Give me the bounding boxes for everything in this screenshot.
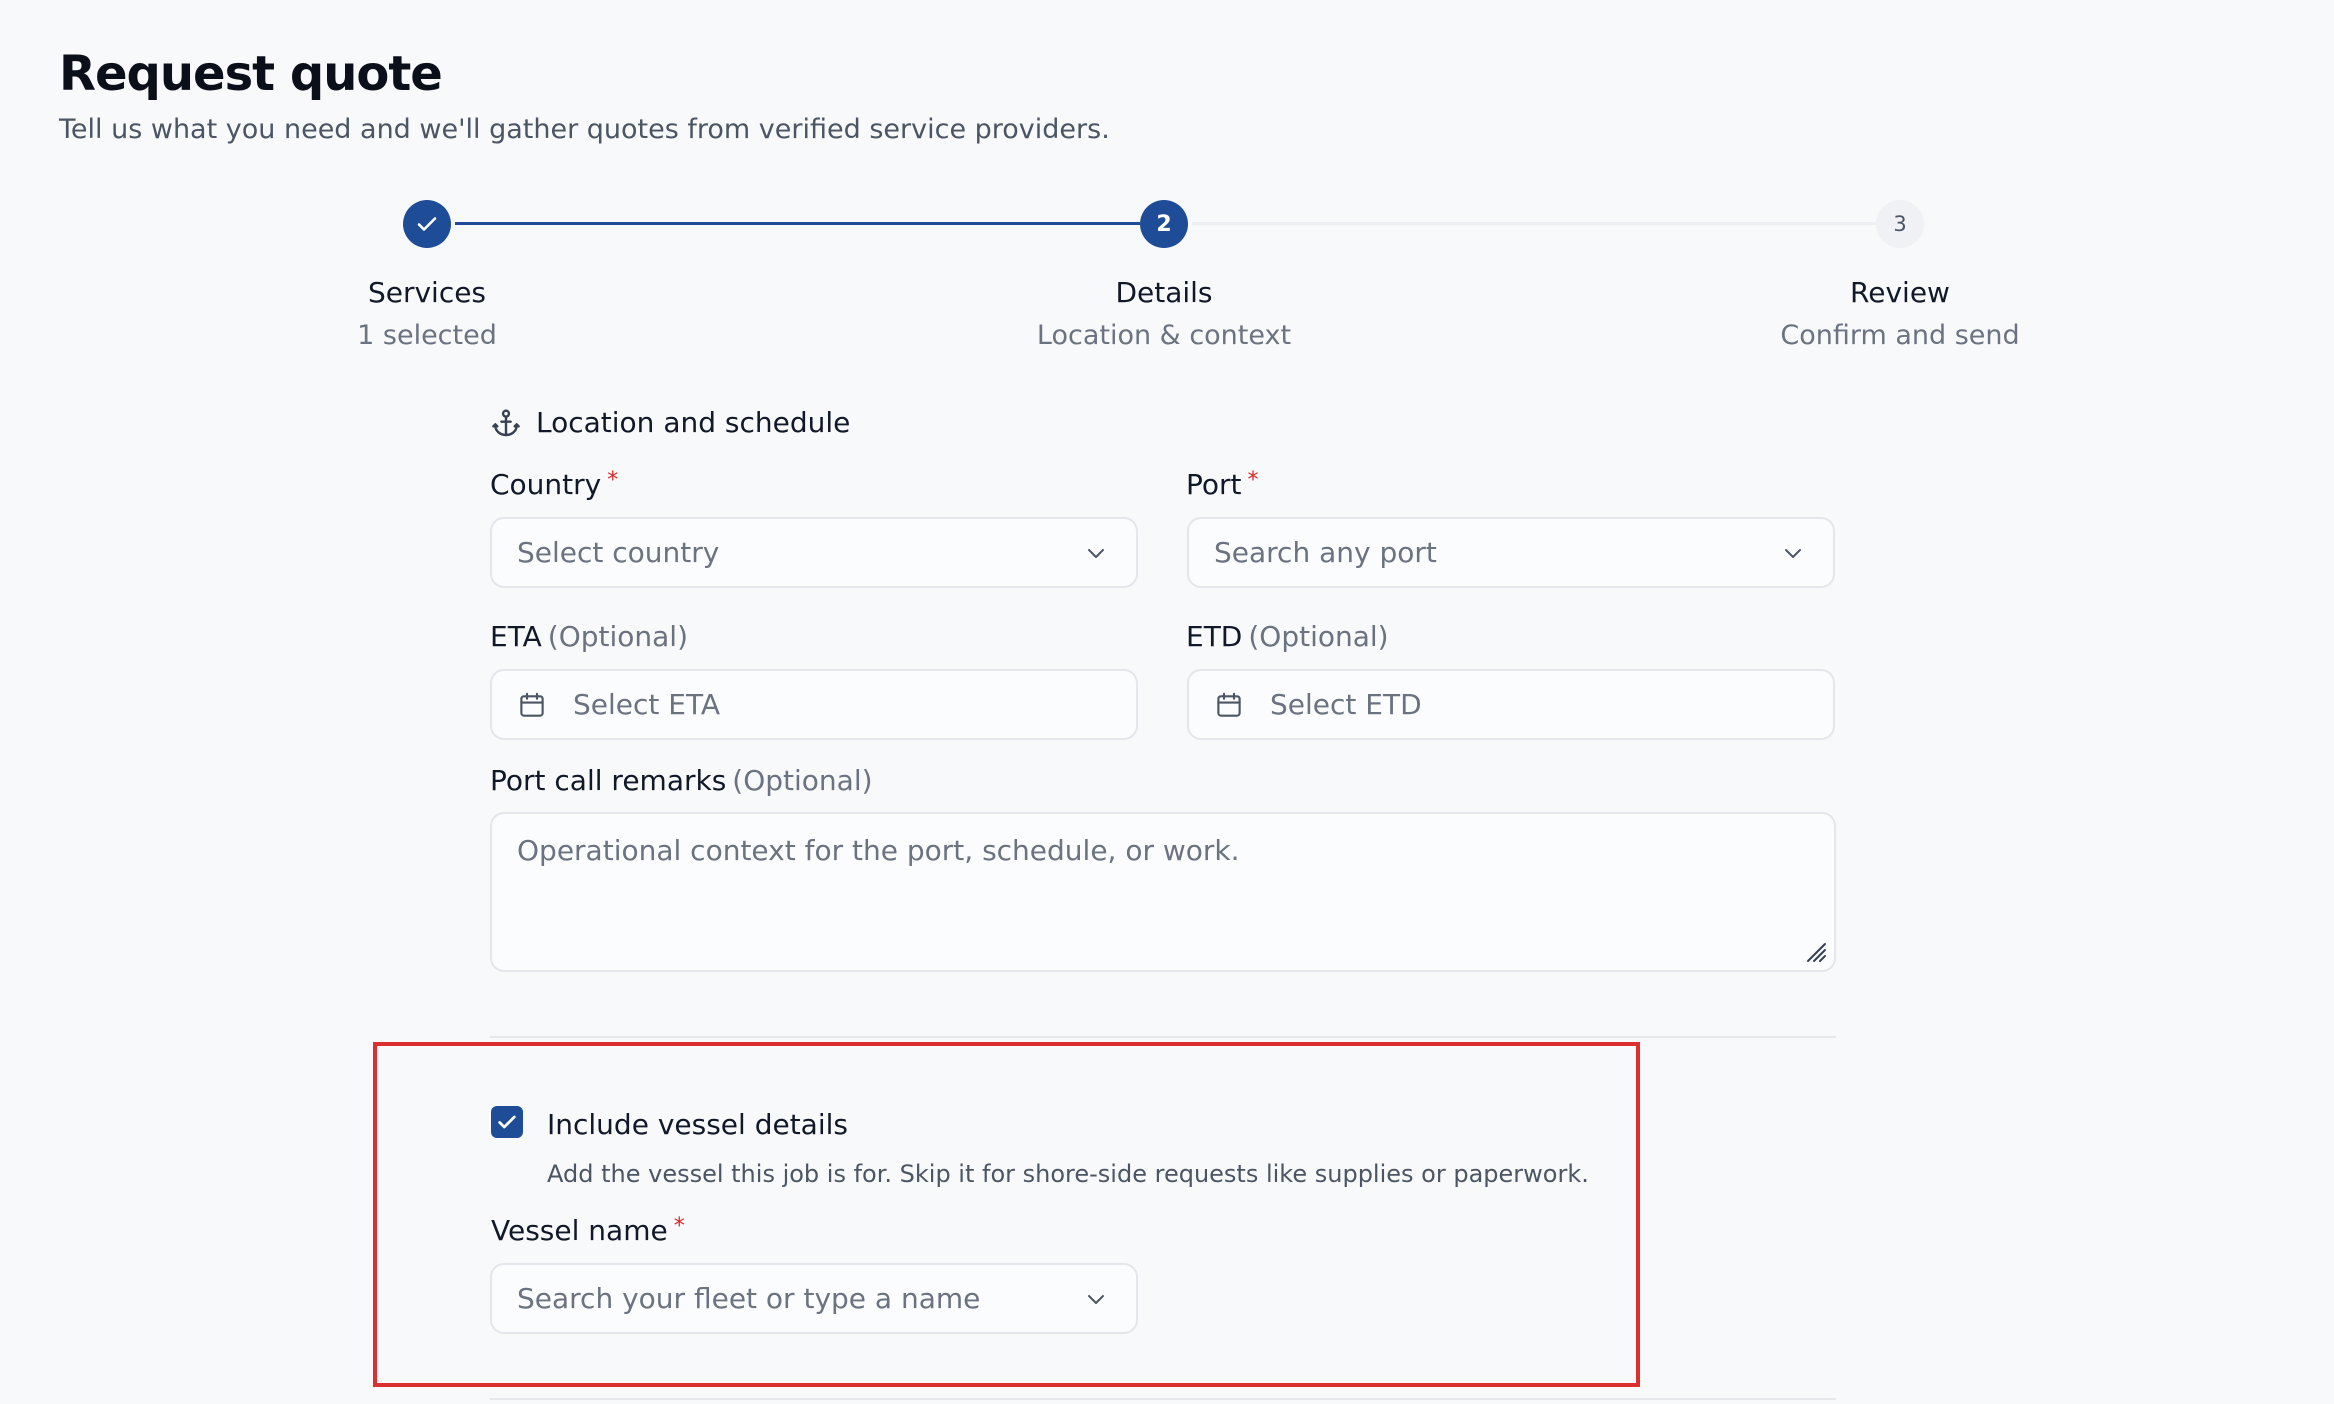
eta-placeholder: Select ETA <box>573 688 721 721</box>
port-placeholder: Search any port <box>1214 536 1437 569</box>
country-label-text: Country <box>490 468 602 501</box>
remarks-placeholder: Operational context for the port, schedu… <box>517 834 1240 867</box>
step-services-indicator[interactable] <box>403 200 451 248</box>
chevron-down-icon <box>1785 549 1801 558</box>
step-services-sub: 1 selected <box>357 320 497 351</box>
calendar-icon <box>517 690 547 720</box>
remarks-label: Port call remarks (Optional) <box>490 764 873 797</box>
etd-placeholder: Select ETD <box>1270 688 1422 721</box>
optional-marker: (Optional) <box>547 620 689 653</box>
check-icon <box>417 217 437 231</box>
port-select[interactable]: Search any port <box>1187 517 1835 588</box>
country-placeholder: Select country <box>517 536 720 569</box>
eta-label-text: ETA <box>490 620 542 653</box>
location-section-title: Location and schedule <box>536 406 851 439</box>
step-review-indicator[interactable]: 3 <box>1876 200 1924 248</box>
location-section-header: Location and schedule <box>490 406 850 439</box>
anchor-icon <box>492 409 520 436</box>
step-review-label: Review <box>1850 276 1950 309</box>
section-divider <box>490 1398 1836 1400</box>
etd-date-picker[interactable]: Select ETD <box>1187 669 1835 740</box>
port-call-remarks-textarea[interactable]: Operational context for the port, schedu… <box>490 812 1836 972</box>
highlight-box <box>373 1042 1640 1387</box>
page-subtitle: Tell us what you need and we'll gather q… <box>59 114 1110 145</box>
section-divider <box>490 1036 1836 1038</box>
step-services-label: Services <box>367 276 487 309</box>
optional-marker: (Optional) <box>1248 620 1389 653</box>
request-quote-page: Request quote Tell us what you need and … <box>0 0 2334 1404</box>
step-details-indicator[interactable]: 2 <box>1140 200 1188 248</box>
remarks-label-text: Port call remarks <box>490 764 727 797</box>
optional-marker: (Optional) <box>732 764 873 797</box>
eta-date-picker[interactable]: Select ETA <box>490 669 1138 740</box>
required-marker: * <box>1247 468 1259 493</box>
step-details-label: Details <box>1115 276 1213 309</box>
stepper-line-completed <box>455 222 1140 225</box>
step-details-sub: Location & context <box>1036 320 1292 351</box>
chevron-down-icon <box>1088 549 1104 558</box>
required-marker: * <box>607 468 619 493</box>
port-label-text: Port <box>1186 468 1242 501</box>
country-label: Country * <box>490 468 618 501</box>
page-title: Request quote <box>59 46 443 102</box>
step-review-sub: Confirm and send <box>1780 320 2020 351</box>
etd-label-text: ETD <box>1186 620 1243 653</box>
port-label: Port * <box>1186 468 1259 501</box>
stepper-line-upcoming <box>1192 222 1877 225</box>
eta-label: ETA (Optional) <box>490 620 688 653</box>
etd-label: ETD (Optional) <box>1186 620 1389 653</box>
resize-handle-icon[interactable] <box>1802 938 1828 964</box>
country-select[interactable]: Select country <box>490 517 1138 588</box>
calendar-icon <box>1214 690 1244 720</box>
